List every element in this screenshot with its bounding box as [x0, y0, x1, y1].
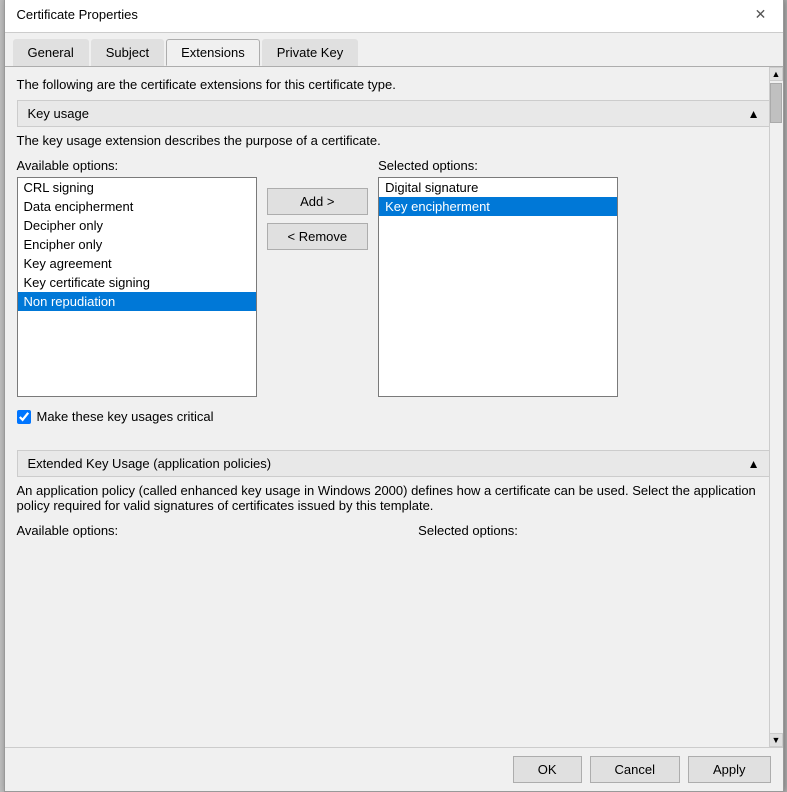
- scroll-down-arrow[interactable]: ▼: [769, 733, 783, 747]
- tab-bar: General Subject Extensions Private Key: [5, 33, 783, 67]
- key-usage-body: The key usage extension describes the pu…: [17, 133, 771, 434]
- selected-listbox[interactable]: Digital signature Key encipherment: [378, 177, 618, 397]
- key-usage-label: Key usage: [28, 106, 89, 121]
- available-col: Available options: CRL signing Data enci…: [17, 158, 257, 397]
- bottom-bar: OK Cancel Apply: [5, 747, 783, 791]
- scrollbar[interactable]: ▲ ▼: [769, 67, 783, 747]
- tab-extensions[interactable]: Extensions: [166, 39, 260, 66]
- scroll-thumb[interactable]: [770, 83, 782, 123]
- dialog-title: Certificate Properties: [17, 7, 138, 22]
- critical-checkbox[interactable]: [17, 410, 31, 424]
- scroll-up-arrow[interactable]: ▲: [769, 67, 783, 81]
- list-item[interactable]: Digital signature: [379, 178, 617, 197]
- title-bar: Certificate Properties ✕: [5, 0, 783, 33]
- close-button[interactable]: ✕: [751, 4, 771, 24]
- ok-button[interactable]: OK: [513, 756, 582, 783]
- tab-subject[interactable]: Subject: [91, 39, 164, 66]
- extended-key-usage-body: An application policy (called enhanced k…: [17, 483, 771, 538]
- extended-key-usage-description: An application policy (called enhanced k…: [17, 483, 771, 513]
- content-area: The following are the certificate extens…: [5, 67, 783, 747]
- add-button[interactable]: Add >: [267, 188, 369, 215]
- key-usage-header[interactable]: Key usage ▲: [17, 100, 771, 127]
- list-item-selected[interactable]: Key encipherment: [379, 197, 617, 216]
- list-item[interactable]: CRL signing: [18, 178, 256, 197]
- key-usage-chevron: ▲: [748, 107, 760, 121]
- extended-key-usage-section: Extended Key Usage (application policies…: [17, 450, 771, 538]
- list-item-selected[interactable]: Non repudiation: [18, 292, 256, 311]
- list-item[interactable]: Key certificate signing: [18, 273, 256, 292]
- extended-key-usage-header[interactable]: Extended Key Usage (application policies…: [17, 450, 771, 477]
- key-usage-description: The key usage extension describes the pu…: [17, 133, 771, 148]
- available-label: Available options:: [17, 158, 257, 173]
- list-item[interactable]: Encipher only: [18, 235, 256, 254]
- list-item[interactable]: Key agreement: [18, 254, 256, 273]
- selected-label: Selected options:: [378, 158, 618, 173]
- selected-col: Selected options: Digital signature Key …: [378, 158, 618, 397]
- apply-button[interactable]: Apply: [688, 756, 771, 783]
- critical-checkbox-label[interactable]: Make these key usages critical: [37, 409, 214, 424]
- checkbox-row: Make these key usages critical: [17, 409, 771, 424]
- cancel-button[interactable]: Cancel: [590, 756, 680, 783]
- extended-available-label: Available options:: [17, 523, 119, 538]
- key-usage-columns: Available options: CRL signing Data enci…: [17, 158, 771, 397]
- certificate-properties-dialog: Certificate Properties ✕ General Subject…: [4, 0, 784, 792]
- list-item[interactable]: Decipher only: [18, 216, 256, 235]
- add-remove-buttons: Add > < Remove: [267, 158, 369, 250]
- available-listbox[interactable]: CRL signing Data encipherment Decipher o…: [17, 177, 257, 397]
- extended-selected-label: Selected options:: [418, 523, 518, 538]
- intro-text: The following are the certificate extens…: [17, 77, 771, 92]
- extended-key-usage-chevron: ▲: [748, 457, 760, 471]
- tab-private-key[interactable]: Private Key: [262, 39, 358, 66]
- remove-button[interactable]: < Remove: [267, 223, 369, 250]
- tab-general[interactable]: General: [13, 39, 89, 66]
- list-item[interactable]: Data encipherment: [18, 197, 256, 216]
- extended-key-usage-label: Extended Key Usage (application policies…: [28, 456, 272, 471]
